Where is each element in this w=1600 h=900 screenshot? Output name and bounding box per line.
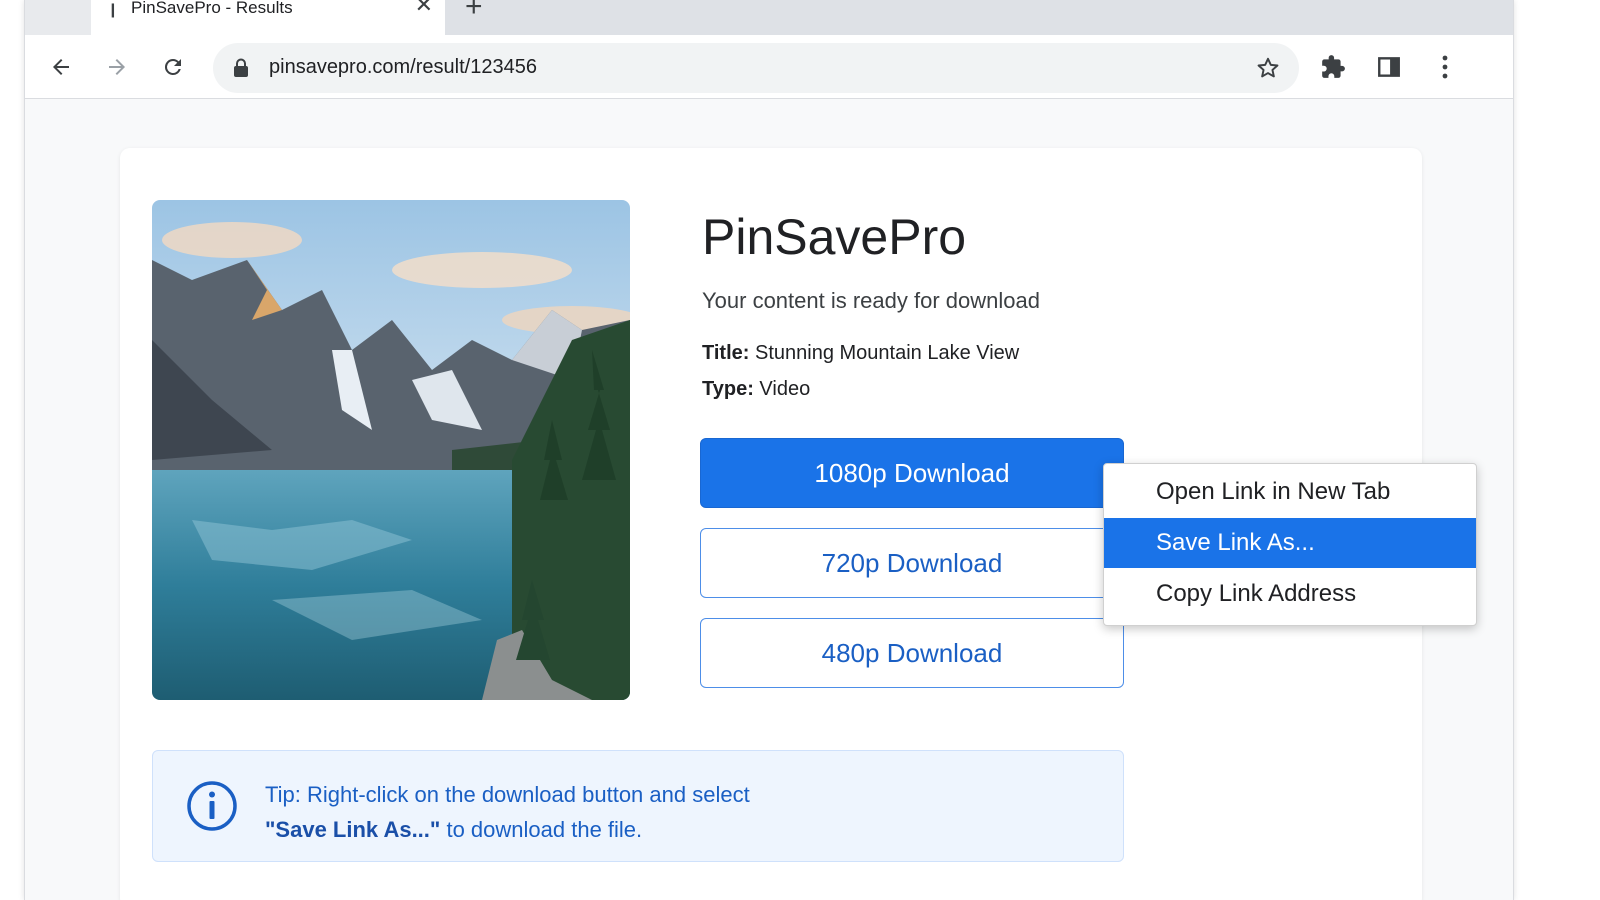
- context-menu: Open Link in New Tab Save Link As... Cop…: [1103, 463, 1477, 626]
- title-value: Stunning Mountain Lake View: [754, 342, 1020, 364]
- download-720p-button[interactable]: 720p Download: [700, 528, 1124, 598]
- tab-title: PinSavePro - Results: [131, 0, 293, 17]
- toolbar: pinsavepro.com/result/123456: [25, 35, 1513, 99]
- pin-icon: ❙: [107, 1, 119, 17]
- side-panel-icon[interactable]: [1371, 49, 1407, 85]
- address-bar[interactable]: pinsavepro.com/result/123456: [213, 43, 1299, 93]
- tip-line-2: to download the file.: [440, 817, 643, 842]
- url-text[interactable]: pinsavepro.com/result/123456: [269, 56, 537, 79]
- tab-strip: ❙ PinSavePro - Results ✕ +: [25, 0, 1513, 35]
- forward-arrow-icon[interactable]: [101, 51, 133, 83]
- type-row: Type: Video: [702, 378, 810, 401]
- menu-item-copy-link-address[interactable]: Copy Link Address: [1104, 568, 1476, 620]
- star-icon[interactable]: [1255, 55, 1281, 86]
- download-1080p-button[interactable]: 1080p Download: [700, 438, 1124, 508]
- reload-icon[interactable]: [157, 51, 189, 83]
- info-icon: [185, 779, 239, 838]
- new-tab-button[interactable]: +: [465, 0, 483, 22]
- content-thumbnail: [152, 200, 630, 700]
- download-480p-button[interactable]: 480p Download: [700, 618, 1124, 688]
- tip-box: Tip: Right-click on the download button …: [152, 750, 1124, 862]
- page-subtitle: Your content is ready for download: [702, 288, 1040, 313]
- menu-item-save-link-as[interactable]: Save Link As...: [1104, 518, 1476, 568]
- lock-icon[interactable]: [233, 58, 249, 83]
- tip-emphasis: "Save Link As...": [265, 817, 441, 842]
- close-icon[interactable]: ✕: [415, 0, 433, 16]
- back-arrow-icon[interactable]: [45, 51, 77, 83]
- title-label: Title:: [702, 342, 750, 364]
- browser-window: ❙ PinSavePro - Results ✕ + pinsavepro.co…: [24, 0, 1514, 900]
- menu-item-open-new-tab[interactable]: Open Link in New Tab: [1104, 466, 1476, 518]
- type-value: Video: [759, 378, 811, 400]
- type-label: Type:: [702, 378, 754, 400]
- page-title: PinSavePro: [702, 209, 967, 265]
- tip-line-1: Tip: Right-click on the download button …: [265, 782, 750, 807]
- tab-active[interactable]: ❙ PinSavePro - Results ✕: [91, 0, 445, 35]
- puzzle-extension-icon[interactable]: [1315, 49, 1351, 85]
- title-row: Title: Stunning Mountain Lake View: [702, 342, 1019, 365]
- more-vert-icon[interactable]: [1427, 49, 1463, 85]
- inactive-tab[interactable]: [25, 0, 91, 35]
- tip-text: Tip: Right-click on the download button …: [265, 777, 750, 847]
